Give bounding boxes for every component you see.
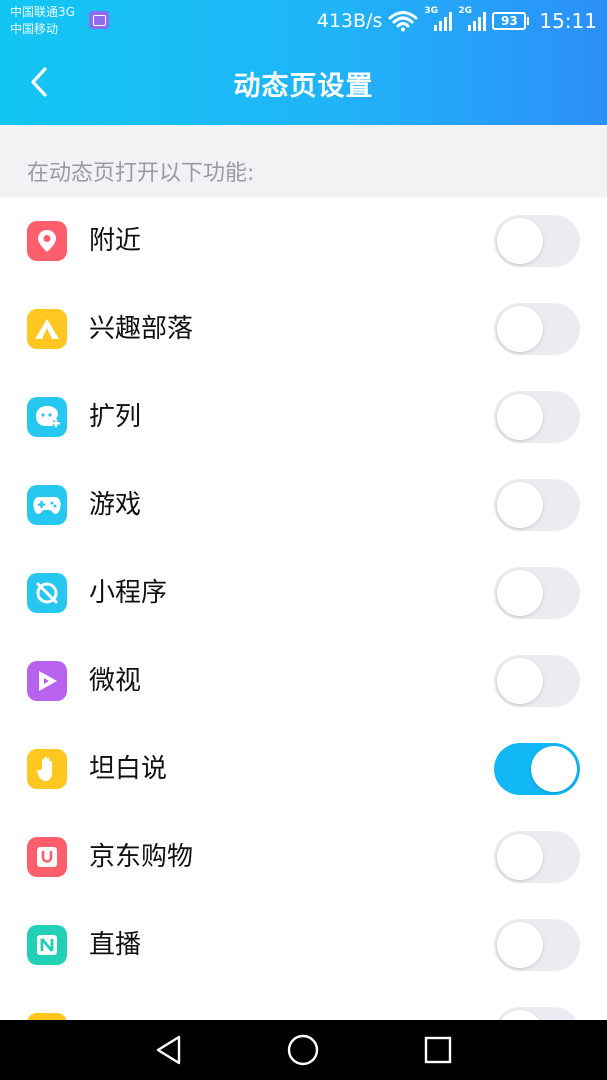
page-title: 动态页设置 [233,71,374,102]
list-item-tanbaishuo: 坦白说 [0,725,607,813]
list-item-partial [0,989,607,1020]
nav-recents-button[interactable] [418,1032,458,1068]
list-item-mini-program: 小程序 [0,549,607,637]
battery-icon: 93 [492,12,530,30]
triangle-back-icon [156,1035,181,1065]
location-pin-icon [27,221,67,261]
list-item-weishi: 微视 [0,637,607,725]
toggle-games[interactable] [494,479,580,531]
feature-list: 附近 兴趣部落 扩列 游戏 小程序 微视 坦白说 京东购物 直播 [0,197,607,1020]
nav-home-button[interactable] [283,1032,323,1068]
add-friend-face-icon [27,397,67,437]
feature-label: 扩列 [89,402,142,432]
toggle-partial[interactable] [494,1007,580,1020]
tent-icon [27,309,67,349]
circle-home-icon [287,1034,319,1066]
toggle-expand[interactable] [494,391,580,443]
mini-program-icon [27,573,67,613]
carrier-info: 中国联通3G 中国移动 [10,4,75,38]
toggle-nearby[interactable] [494,215,580,267]
nav-back-button[interactable] [149,1032,189,1068]
feature-label: 小程序 [89,578,168,608]
signal-3g-icon: 3G [424,6,453,33]
list-item-jd-shopping: 京东购物 [0,813,607,901]
section-title: 在动态页打开以下功能: [27,161,255,186]
network-speed: 413B/s [316,10,383,32]
system-navigation-bar [0,1020,607,1080]
wifi-icon [388,11,418,32]
feature-label: 游戏 [89,490,142,520]
feature-label: 京东购物 [89,842,194,872]
carrier-2: 中国移动 [10,22,59,36]
feature-label: 附近 [89,226,142,256]
live-icon [27,925,67,965]
partial-icon [27,1013,67,1020]
list-item-expand: 扩列 [0,373,607,461]
list-item-games: 游戏 [0,461,607,549]
feature-label: 微视 [89,666,142,696]
status-bar: 中国联通3G 中国移动 413B/s 3G 2G 93 15:11 [0,0,607,44]
play-icon [27,661,67,701]
toggle-jd-shopping[interactable] [494,831,580,883]
square-recents-icon [424,1036,452,1064]
feature-label: 坦白说 [89,754,168,784]
feature-label: 兴趣部落 [89,314,194,344]
toggle-interest-tribe[interactable] [494,303,580,355]
signal-2g-icon: 2G [458,6,487,33]
list-item-nearby: 附近 [0,197,607,285]
toggle-live[interactable] [494,919,580,971]
app-header: 中国联通3G 中国移动 413B/s 3G 2G 93 15:11 动态页设置 [0,0,607,125]
battery-level: 93 [492,12,527,30]
toggle-tanbaishuo[interactable] [494,743,580,795]
toggle-weishi[interactable] [494,655,580,707]
status-time: 15:11 [539,9,597,33]
toggle-mini-program[interactable] [494,567,580,619]
image-notification-icon [89,11,109,29]
hand-icon [27,749,67,789]
feature-label: 直播 [89,930,142,960]
shopping-bag-icon [27,837,67,877]
list-item-interest-tribe: 兴趣部落 [0,285,607,373]
list-item-live: 直播 [0,901,607,989]
gamepad-icon [27,485,67,525]
carrier-1: 中国联通3G [10,5,75,19]
